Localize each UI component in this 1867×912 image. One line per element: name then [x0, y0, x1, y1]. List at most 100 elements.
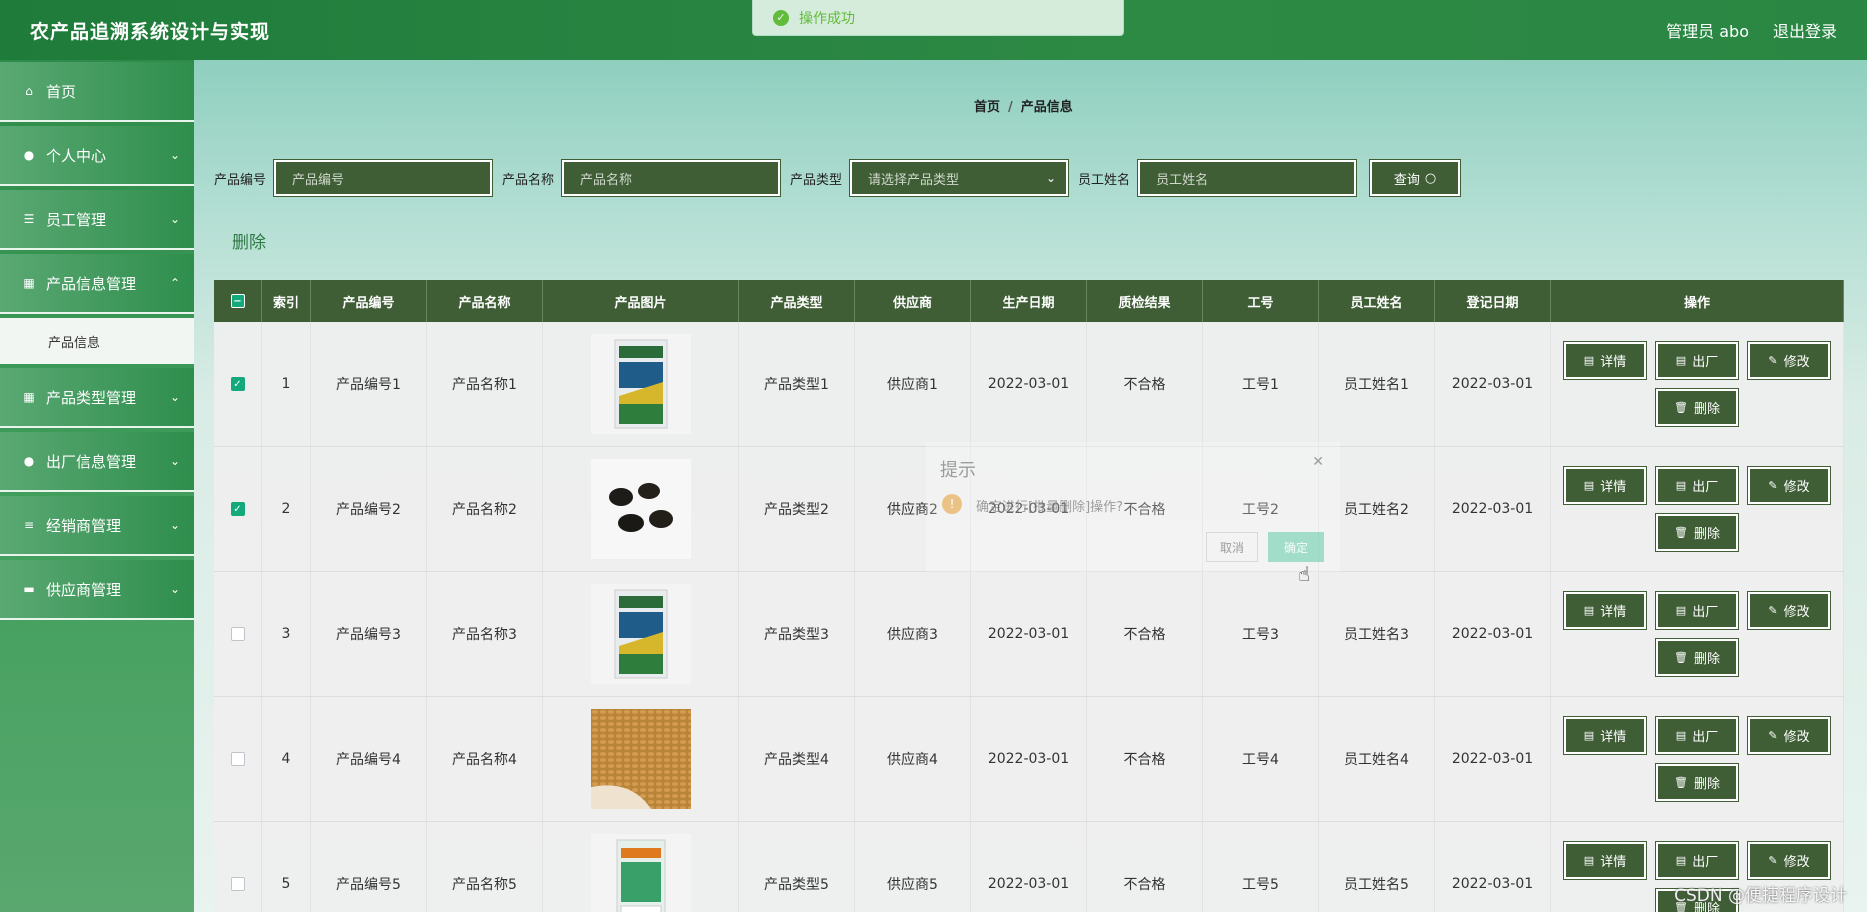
bulk-delete-button[interactable]: 删除: [232, 228, 266, 253]
pencil-icon: ✎: [1768, 854, 1778, 867]
location-icon: ●: [23, 454, 35, 468]
close-icon[interactable]: ✕: [1312, 454, 1324, 470]
sidebar-item-supplier[interactable]: ▬ 供应商管理 ⌄: [0, 560, 194, 620]
row-checkbox[interactable]: [230, 877, 245, 891]
home-icon: ⌂: [25, 84, 33, 98]
sidebar: ⌂ 首页 ● 个人中心 ⌄ ☰ 员工管理 ⌄ ▦ 产品信息管理 ⌃ 产品信息 ▦…: [0, 60, 194, 912]
ship-button[interactable]: ▤ 出厂: [1655, 591, 1739, 630]
edit-button[interactable]: ✎ 修改: [1747, 466, 1831, 505]
query-button[interactable]: 查询 ○: [1369, 159, 1462, 197]
document-icon: ▤: [1675, 604, 1687, 617]
cell-type: 产品类型4: [739, 697, 855, 821]
row-actions: ▤ 详情 ▤ 出厂 ✎ 修改 🗑 删除: [1551, 697, 1844, 821]
edit-button[interactable]: ✎ 修改: [1747, 591, 1831, 630]
cancel-button[interactable]: 取消: [1206, 532, 1258, 562]
sidebar-item-product-info[interactable]: ▦ 产品信息管理 ⌃: [0, 254, 194, 314]
detail-label: 详情: [1600, 605, 1627, 620]
product-type-select[interactable]: 请选择产品类型 ⌄: [849, 159, 1070, 197]
column-header: 索引: [262, 280, 311, 322]
user-icon: ●: [23, 148, 35, 162]
product-name-input[interactable]: 产品名称: [561, 159, 782, 197]
search-icon: ○: [1424, 170, 1437, 186]
row-select-cell: [214, 822, 262, 912]
ship-button[interactable]: ▤ 出厂: [1655, 341, 1739, 380]
warning-icon: !: [942, 494, 962, 514]
detail-button[interactable]: ▤ 详情: [1563, 466, 1647, 505]
sidebar-item-home[interactable]: ⌂ 首页: [0, 62, 194, 122]
sidebar-item-label: 产品信息管理: [46, 274, 137, 293]
cell-staff-name: 员工姓名1: [1319, 322, 1435, 446]
ship-label: 出厂: [1692, 730, 1719, 745]
dialog-title: 提示: [940, 460, 976, 481]
cell-reg-date: 2022-03-01: [1435, 697, 1551, 821]
row-checkbox[interactable]: [230, 627, 245, 641]
delete-button[interactable]: 🗑 删除: [1655, 513, 1739, 552]
name-label: 产品名称: [502, 172, 555, 188]
document-icon: ▤: [1675, 354, 1687, 367]
ship-button[interactable]: ▤ 出厂: [1655, 716, 1739, 755]
type-select-placeholder: 请选择产品类型: [868, 172, 960, 188]
detail-button[interactable]: ▤ 详情: [1563, 591, 1647, 630]
cell-code: 产品编号5: [311, 822, 427, 912]
success-toast: ✓ 操作成功: [752, 0, 1124, 36]
detail-button[interactable]: ▤ 详情: [1563, 716, 1647, 755]
edit-button[interactable]: ✎ 修改: [1747, 341, 1831, 380]
detail-label: 详情: [1600, 480, 1627, 495]
product-code-input[interactable]: 产品编号: [273, 159, 494, 197]
delete-button[interactable]: 🗑 删除: [1655, 638, 1739, 677]
staff-label: 员工姓名: [1078, 172, 1131, 188]
row-checkbox[interactable]: ✓: [230, 377, 245, 391]
breadcrumb-home[interactable]: 首页: [974, 100, 1000, 115]
edit-button[interactable]: ✎ 修改: [1747, 841, 1831, 880]
row-actions: ▤ 详情 ▤ 出厂 ✎ 修改 🗑 删除: [1551, 322, 1844, 446]
edit-button[interactable]: ✎ 修改: [1747, 716, 1831, 755]
ship-button[interactable]: ▤ 出厂: [1655, 841, 1739, 880]
confirm-dialog: 提示 ✕ ! 确定进行[批量删除]操作? 取消 确定: [926, 442, 1340, 572]
cell-type: 产品类型1: [739, 322, 855, 446]
document-icon: ▤: [1583, 479, 1595, 492]
row-index: 2: [262, 447, 311, 571]
cell-qc: 不合格: [1087, 322, 1203, 446]
cell-supplier: 供应商4: [855, 697, 971, 821]
detail-button[interactable]: ▤ 详情: [1563, 841, 1647, 880]
delete-button[interactable]: 🗑 删除: [1655, 388, 1739, 427]
cell-type: 产品类型2: [739, 447, 855, 571]
trash-icon: 🗑: [1674, 651, 1688, 664]
cell-staff-name: 员工姓名3: [1319, 572, 1435, 696]
table-row: 3 产品编号3 产品名称3 产品类型3 供应商3 2022-03-01 不合格 工号3 员工姓名…: [214, 572, 1844, 697]
document-icon: ▤: [1583, 854, 1595, 867]
edit-label: 修改: [1783, 605, 1810, 620]
cell-name: 产品名称3: [427, 572, 543, 696]
sidebar-item-distributor[interactable]: ≡ 经销商管理 ⌄: [0, 496, 194, 556]
chevron-down-icon: ⌄: [169, 148, 180, 162]
sidebar-subitem-product-info[interactable]: 产品信息: [0, 318, 194, 364]
cell-code: 产品编号4: [311, 697, 427, 821]
sidebar-item-profile[interactable]: ● 个人中心 ⌄: [0, 126, 194, 186]
chevron-down-icon: ⌄: [169, 518, 180, 532]
table-body: ✓ 1 产品编号1 产品名称1 产品类型1 供应商1 2022-03-01 不合格 工号1 员工姓…: [214, 322, 1844, 912]
sidebar-item-shipment[interactable]: ● 出厂信息管理 ⌄: [0, 432, 194, 492]
column-header: 产品图片: [543, 280, 739, 322]
delete-label: 删除: [1693, 652, 1720, 667]
logout-link[interactable]: 退出登录: [1773, 18, 1837, 42]
row-select-cell: [214, 697, 262, 821]
cell-staff-no: 工号5: [1203, 822, 1319, 912]
sidebar-item-staff[interactable]: ☰ 员工管理 ⌄: [0, 190, 194, 250]
row-checkbox[interactable]: [230, 752, 245, 766]
select-all-checkbox[interactable]: −: [230, 294, 245, 308]
sidebar-item-product-type[interactable]: ▦ 产品类型管理 ⌄: [0, 368, 194, 428]
check-icon: ✓: [773, 9, 789, 26]
staff-name-input[interactable]: 员工姓名: [1137, 159, 1358, 197]
cell-reg-date: 2022-03-01: [1435, 322, 1551, 446]
cell-name: 产品名称5: [427, 822, 543, 912]
app-title: 农产品追溯系统设计与实现: [30, 20, 271, 43]
row-checkbox[interactable]: ✓: [230, 502, 245, 516]
ship-button[interactable]: ▤ 出厂: [1655, 466, 1739, 505]
detail-button[interactable]: ▤ 详情: [1563, 341, 1647, 380]
product-image: [543, 822, 739, 912]
confirm-button[interactable]: 确定: [1268, 532, 1324, 562]
row-index: 5: [262, 822, 311, 912]
chevron-down-icon: ⌄: [169, 454, 180, 468]
delete-button[interactable]: 🗑 删除: [1655, 763, 1739, 802]
cell-type: 产品类型3: [739, 572, 855, 696]
